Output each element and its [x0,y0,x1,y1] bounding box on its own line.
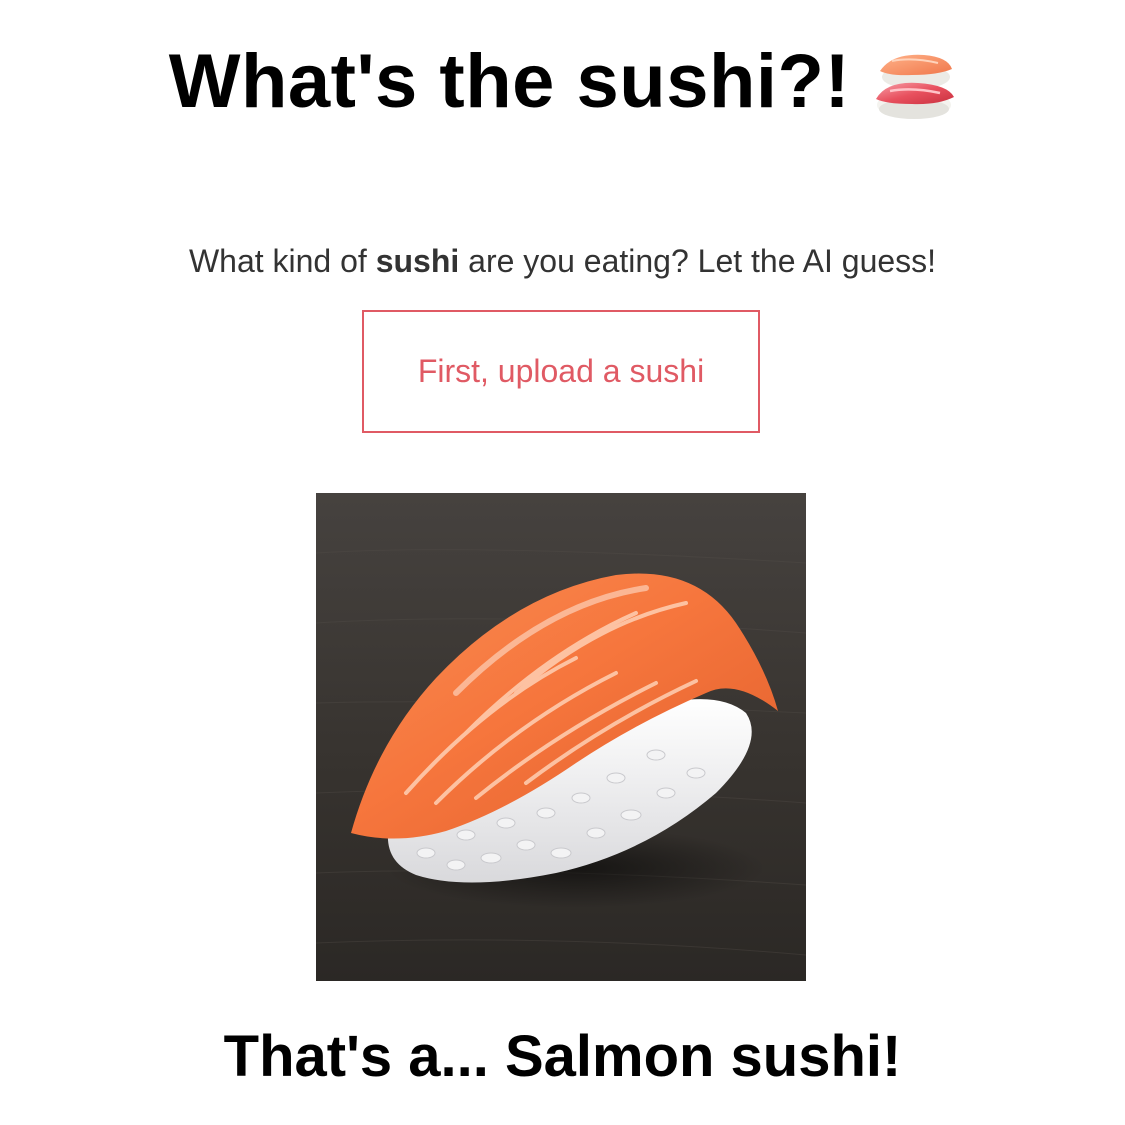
result-text: That's a... Salmon sushi! [223,1024,902,1089]
salmon-nigiri-photo [316,493,806,981]
header: What's the sushi?! [0,38,1125,125]
intro-text-end: are you eating? Let the AI guess! [459,243,937,279]
intro-text-start: What kind of [188,243,376,279]
intro-text-bold: sushi [375,243,460,279]
page: What's the sushi?! What kind of sushi ar… [0,0,1125,1125]
upload-sushi-button[interactable]: First, upload a sushi [362,310,760,433]
intro-text: What kind of sushi are you eating? Let t… [0,242,1125,280]
sushi-icon [876,54,955,119]
page-title: What's the sushi?! [168,39,851,124]
